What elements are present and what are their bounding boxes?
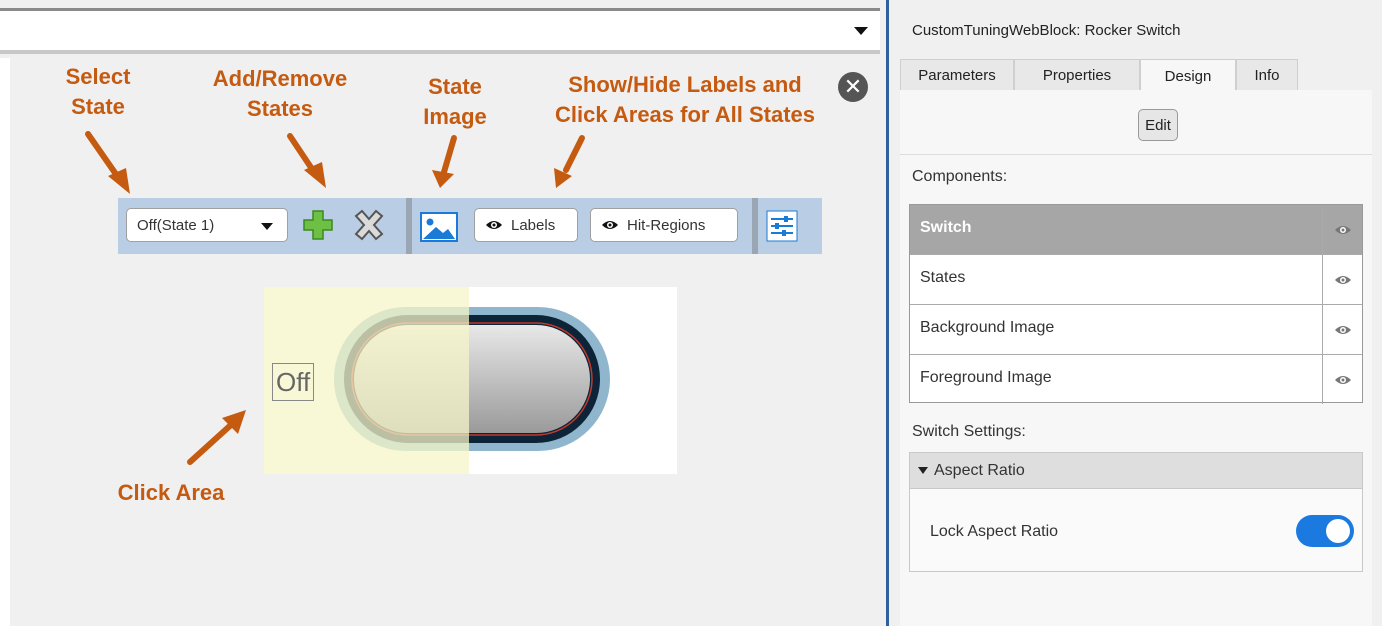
tab-info[interactable]: Info xyxy=(1236,59,1298,91)
panel-title: CustomTuningWebBlock: Rocker Switch xyxy=(912,22,1181,39)
edit-button[interactable]: Edit xyxy=(1138,109,1178,141)
state-select[interactable]: Off(State 1) xyxy=(126,208,288,242)
components-label: Components: xyxy=(912,168,1008,185)
annotation-line: Image xyxy=(423,104,487,129)
annotation-arrow-icon xyxy=(287,133,326,188)
property-inspector: CustomTuningWebBlock: Rocker Switch Para… xyxy=(890,0,1382,626)
aspect-ratio-section: Aspect Ratio Lock Aspect Ratio xyxy=(909,452,1363,572)
editor-area: Select State Add/Remove States State Ima… xyxy=(0,0,880,626)
annotation-arrow-icon xyxy=(554,135,585,188)
component-name: Switch xyxy=(920,219,972,236)
separator xyxy=(900,154,1372,155)
annotation-state-image: State Image xyxy=(410,72,500,132)
components-table: Switch States Background Image Foregroun… xyxy=(909,204,1363,405)
switch-settings-label: Switch Settings: xyxy=(912,423,1026,440)
toggle-knob xyxy=(1326,519,1350,543)
remove-state-x-icon[interactable] xyxy=(352,209,386,241)
component-row-foreground-image[interactable]: Foreground Image xyxy=(910,355,1362,405)
chevron-down-icon xyxy=(261,223,273,230)
annotation-line: Select xyxy=(65,64,131,89)
aspect-ratio-header[interactable]: Aspect Ratio xyxy=(910,453,1362,489)
sliders-settings-icon[interactable] xyxy=(766,210,798,242)
eye-icon xyxy=(602,221,618,229)
annotation-line: State xyxy=(71,94,125,119)
component-name: Background Image xyxy=(920,319,1055,336)
state-image-icon[interactable] xyxy=(420,212,458,242)
eye-icon xyxy=(486,221,502,229)
annotation-line: Click Areas for All States xyxy=(554,102,816,127)
add-state-plus-icon[interactable] xyxy=(302,209,334,241)
design-tab-content: Edit Components: Switch States Backgroun… xyxy=(900,90,1372,626)
lock-aspect-ratio-label: Lock Aspect Ratio xyxy=(930,523,1059,540)
hit-regions-toggle-label: Hit-Regions xyxy=(627,216,706,234)
annotation-show-hide: Show/Hide Labels and Click Areas for All… xyxy=(526,70,844,130)
labels-toggle-label: Labels xyxy=(511,216,556,234)
state-label: Off xyxy=(272,363,315,401)
visibility-eye-icon[interactable] xyxy=(1322,355,1362,404)
lock-aspect-ratio-toggle[interactable] xyxy=(1296,515,1354,547)
component-name: Foreground Image xyxy=(920,369,1052,386)
hit-regions-toggle-button[interactable]: Hit-Regions xyxy=(590,208,738,242)
annotation-arrow-icon xyxy=(85,131,130,194)
annotation-arrow-icon xyxy=(187,410,246,465)
state-select-value: Off(State 1) xyxy=(137,217,215,234)
component-row-switch[interactable]: Switch xyxy=(910,205,1362,255)
component-row-background-image[interactable]: Background Image xyxy=(910,305,1362,355)
canvas-edge xyxy=(0,58,10,626)
dropdown-arrow-icon[interactable] xyxy=(854,27,868,35)
toolbar-divider xyxy=(752,198,758,254)
annotation-click-area: Click Area xyxy=(96,478,246,508)
annotation-line: Click Area xyxy=(117,480,225,505)
visibility-eye-icon[interactable] xyxy=(1322,205,1362,254)
panel-divider[interactable] xyxy=(880,0,890,626)
toolbar-divider xyxy=(406,198,412,254)
tab-parameters[interactable]: Parameters xyxy=(900,59,1014,91)
aspect-ratio-title: Aspect Ratio xyxy=(934,461,1025,479)
component-name: States xyxy=(920,269,966,286)
annotation-line: State xyxy=(428,74,482,99)
labels-toggle-button[interactable]: Labels xyxy=(474,208,578,242)
divider-line xyxy=(886,0,889,626)
tab-design[interactable]: Design xyxy=(1140,59,1236,92)
annotation-line: Show/Hide Labels and xyxy=(568,72,802,97)
tab-properties[interactable]: Properties xyxy=(1014,59,1140,91)
annotation-arrow-icon xyxy=(432,135,457,188)
annotation-line: Add/Remove xyxy=(212,66,348,91)
annotation-select-state: Select State xyxy=(58,62,138,122)
visibility-eye-icon[interactable] xyxy=(1322,305,1362,354)
state-toolbar: Off(State 1) Labels Hit-Regions xyxy=(118,198,822,254)
switch-preview[interactable]: Off xyxy=(264,287,677,474)
tab-bar: Parameters Properties Design Info xyxy=(900,59,1298,92)
block-selector-dropdown[interactable] xyxy=(0,8,880,54)
annotation-line: States xyxy=(246,96,314,121)
chevron-down-icon xyxy=(918,467,928,474)
visibility-eye-icon[interactable] xyxy=(1322,255,1362,304)
component-row-states[interactable]: States xyxy=(910,255,1362,305)
close-icon[interactable]: ✕ xyxy=(838,72,868,102)
annotation-add-remove-states: Add/Remove States xyxy=(190,64,370,124)
